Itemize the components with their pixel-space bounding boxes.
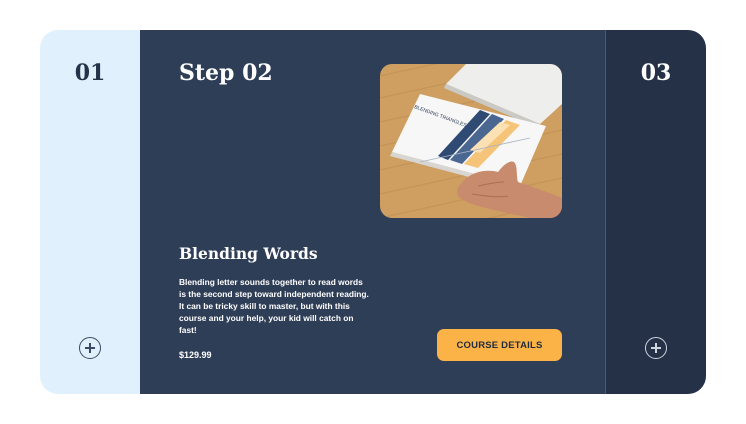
course-image: BLENDING TRIANGLES	[380, 64, 562, 218]
plus-circle-icon[interactable]	[79, 337, 101, 359]
step-panel-03[interactable]: 03	[606, 30, 706, 394]
plus-circle-icon[interactable]	[645, 337, 667, 359]
course-title: Blending Words	[179, 244, 318, 263]
steps-carousel: 01 Step 02 BLENDING TRIANGLES Blending W…	[40, 30, 706, 394]
course-description: Blending letter sounds together to read …	[179, 277, 369, 335]
step-panel-01[interactable]: 01	[40, 30, 140, 394]
step-panel-02: Step 02 BLENDING TRIANGLES Blending Word…	[140, 30, 606, 394]
course-details-button[interactable]: COURSE DETAILS	[437, 329, 562, 361]
course-price: $129.99	[179, 350, 212, 360]
step-number: 03	[640, 60, 672, 86]
step-number: 01	[74, 60, 106, 86]
step-title: Step 02	[179, 60, 273, 86]
